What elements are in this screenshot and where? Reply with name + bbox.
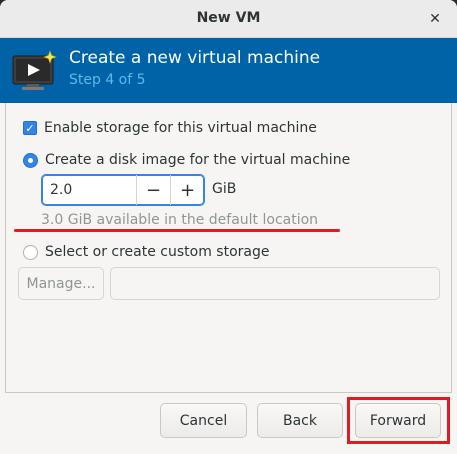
custom-storage-label: Select or create custom storage [45,244,270,260]
increment-button[interactable]: + [170,175,204,205]
decrement-button[interactable]: − [136,175,170,205]
enable-storage-label: Enable storage for this virtual machine [44,120,317,136]
available-space-text: 3.0 GiB available in the default locatio… [41,212,319,228]
window-title: New VM [196,10,261,26]
custom-storage-path-input[interactable] [110,267,440,300]
disk-size-unit: GiB [212,181,237,197]
new-vm-dialog: New VM ✕ Create a new virtual machine St… [0,0,457,454]
cancel-button[interactable]: Cancel [160,403,247,438]
manage-button[interactable]: Manage... [18,267,104,300]
disk-size-spinbutton[interactable]: 2.0 − + [41,174,205,206]
disk-size-input[interactable]: 2.0 [42,175,136,205]
create-disk-label: Create a disk image for the virtual mach… [45,152,351,168]
highlight-underline [14,229,340,232]
wizard-title: Create a new virtual machine [69,48,321,68]
forward-highlight-box [347,397,450,444]
close-icon[interactable]: ✕ [425,9,445,29]
enable-storage-checkbox[interactable]: ✓ [23,121,37,135]
custom-storage-row[interactable]: Select or create custom storage [23,244,270,260]
wizard-step: Step 4 of 5 [69,72,146,88]
create-disk-radio[interactable] [23,152,38,168]
titlebar: New VM ✕ [0,0,457,38]
virtual-machine-monitor-icon [12,50,57,90]
custom-storage-radio[interactable] [23,244,38,260]
back-button[interactable]: Back [257,403,343,438]
wizard-header: Create a new virtual machine Step 4 of 5 [0,38,457,103]
create-disk-row[interactable]: Create a disk image for the virtual mach… [23,152,350,168]
enable-storage-row[interactable]: ✓ Enable storage for this virtual machin… [23,120,317,136]
